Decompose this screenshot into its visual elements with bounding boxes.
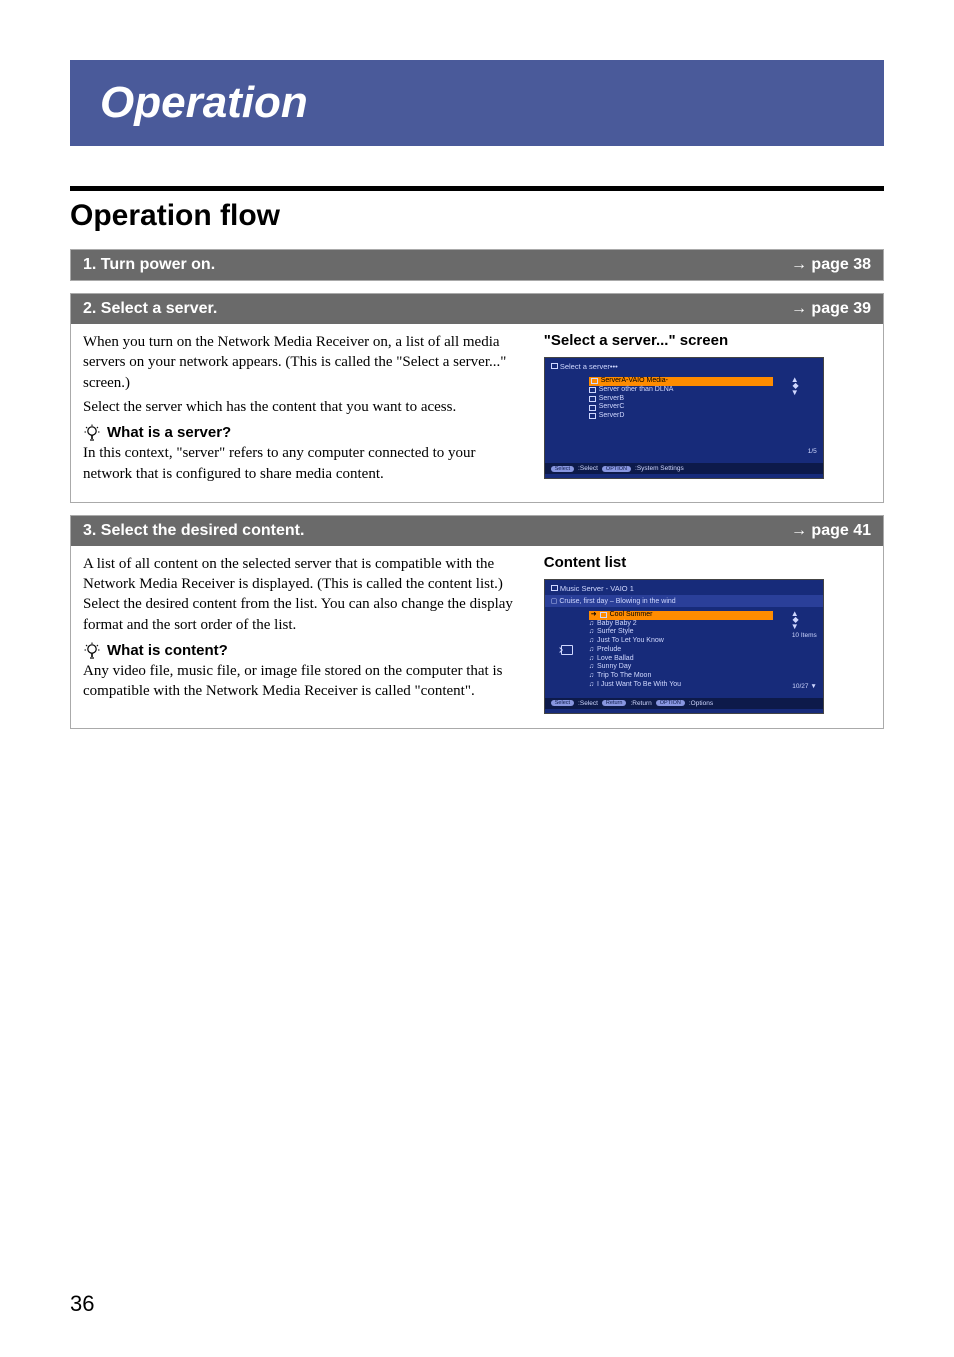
step-header: 3. Select the desired content. → page 41 — [71, 516, 883, 546]
step-title: 3. Select the desired content. — [83, 522, 304, 540]
list-item: ♫Surfer Style — [589, 628, 773, 637]
list-item: ♫Baby Baby 2 — [589, 620, 773, 629]
list-item: ♫I Just Want To Be With You — [589, 681, 773, 690]
illustration-title: "Select a server..." screen — [544, 332, 871, 349]
music-note-icon: ♫ — [589, 646, 594, 655]
screen-header: Select a server••• — [560, 362, 618, 371]
illustration-title: Content list — [544, 554, 871, 571]
select-pill: Select — [551, 466, 574, 472]
arrow-icon: ➜ — [591, 611, 597, 620]
list-item: ServerC — [589, 403, 773, 412]
tip-body: In this context, "server" refers to any … — [83, 443, 526, 484]
server-list: ServerA-VAIO Media- Server other than DL… — [585, 377, 773, 455]
folder-path-icon: ▢ — [551, 598, 558, 605]
music-note-icon: ♫ — [589, 663, 594, 672]
list-counter: 1/5 — [773, 448, 817, 455]
lightbulb-icon — [83, 424, 101, 442]
screen-subheader: Cruise, first day – Blowing in the wind — [559, 598, 675, 605]
scroll-indicator-icon: ▲◆▼ — [773, 377, 817, 396]
screen-footer: Select:Select Return:Return OPTION:Optio… — [545, 698, 823, 709]
page-number: 36 — [70, 1291, 94, 1317]
tip-heading: What is content? — [83, 641, 526, 661]
step-text: When you turn on the Network Media Recei… — [83, 332, 526, 488]
chapter-title: Operation — [100, 78, 308, 127]
monitor-icon — [551, 363, 558, 369]
monitor-icon — [551, 585, 558, 591]
step-header: 2. Select a server. → page 39 — [71, 294, 883, 324]
step-illustration: Content list Music Server - VAIO 1 ▢ Cru… — [544, 554, 871, 714]
tip-title: What is a server? — [107, 423, 231, 443]
paragraph: When you turn on the Network Media Recei… — [83, 332, 526, 393]
step-1: 1. Turn power on. → page 38 — [70, 249, 884, 281]
music-note-icon: ♫ — [589, 620, 594, 629]
screen-header: Music Server - VAIO 1 — [560, 584, 634, 593]
step-2: 2. Select a server. → page 39 When you t… — [70, 293, 884, 503]
folder-open-icon — [561, 645, 573, 655]
music-note-icon: ♫ — [589, 672, 594, 681]
monitor-icon — [589, 413, 596, 419]
page-ref: → page 38 — [791, 256, 871, 274]
step-header: 1. Turn power on. → page 38 — [71, 250, 883, 280]
tip-body: Any video file, music file, or image fil… — [83, 661, 526, 702]
music-note-icon: ♫ — [589, 637, 594, 646]
return-pill: Return — [602, 700, 627, 706]
lightbulb-icon — [83, 642, 101, 660]
monitor-icon — [589, 387, 596, 393]
step-3: 3. Select the desired content. → page 41… — [70, 515, 884, 729]
select-server-screen: Select a server••• ServerA-VAIO Media- S… — [544, 357, 824, 479]
monitor-icon — [589, 405, 596, 411]
list-item: ♫Sunny Day — [589, 663, 773, 672]
page-ref: → page 39 — [791, 300, 871, 318]
down-arrow-icon: ▼ — [810, 683, 816, 690]
list-item: ♫Love Ballad — [589, 655, 773, 664]
select-pill: Select — [551, 700, 574, 706]
chapter-title-bar: Operation — [70, 60, 884, 146]
tip-title: What is content? — [107, 641, 228, 661]
monitor-icon — [589, 396, 596, 402]
music-note-icon: ♫ — [589, 655, 594, 664]
list-item: ♫Trip To The Moon — [589, 672, 773, 681]
list-item: Server other than DLNA — [589, 386, 773, 395]
step-title: 2. Select a server. — [83, 300, 217, 318]
scroll-indicator-icon: ▲◆▼ — [773, 611, 817, 630]
list-item: ♫Just To Let You Know — [589, 637, 773, 646]
option-pill: OPTION — [602, 466, 631, 472]
step-text: A list of all content on the selected se… — [83, 554, 526, 714]
monitor-icon — [591, 378, 598, 384]
paragraph: A list of all content on the selected se… — [83, 554, 526, 635]
list-item: ServerD — [589, 412, 773, 421]
list-item: ServerA-VAIO Media- — [589, 377, 773, 386]
option-pill: OPTION — [656, 700, 685, 706]
step-title: 1. Turn power on. — [83, 256, 215, 274]
list-item: ➜Cool Summer — [589, 611, 773, 620]
tip-heading: What is a server? — [83, 423, 526, 443]
step-illustration: "Select a server..." screen Select a ser… — [544, 332, 871, 488]
list-counter: 10/27 — [792, 683, 808, 690]
page-ref: → page 41 — [791, 522, 871, 540]
content-list: ➜Cool Summer ♫Baby Baby 2 ♫Surfer Style … — [585, 611, 773, 690]
content-list-screen: Music Server - VAIO 1 ▢ Cruise, first da… — [544, 579, 824, 714]
paragraph: Select the server which has the content … — [83, 397, 526, 417]
music-note-icon: ♫ — [589, 681, 594, 690]
items-count: 10 Items — [773, 632, 817, 639]
screen-footer: Select:Select OPTION:System Settings — [545, 463, 823, 474]
list-item: ♫Prelude — [589, 646, 773, 655]
folder-icon — [600, 612, 607, 618]
section-heading: Operation flow — [70, 186, 884, 233]
music-note-icon: ♫ — [589, 628, 594, 637]
list-item: ServerB — [589, 395, 773, 404]
